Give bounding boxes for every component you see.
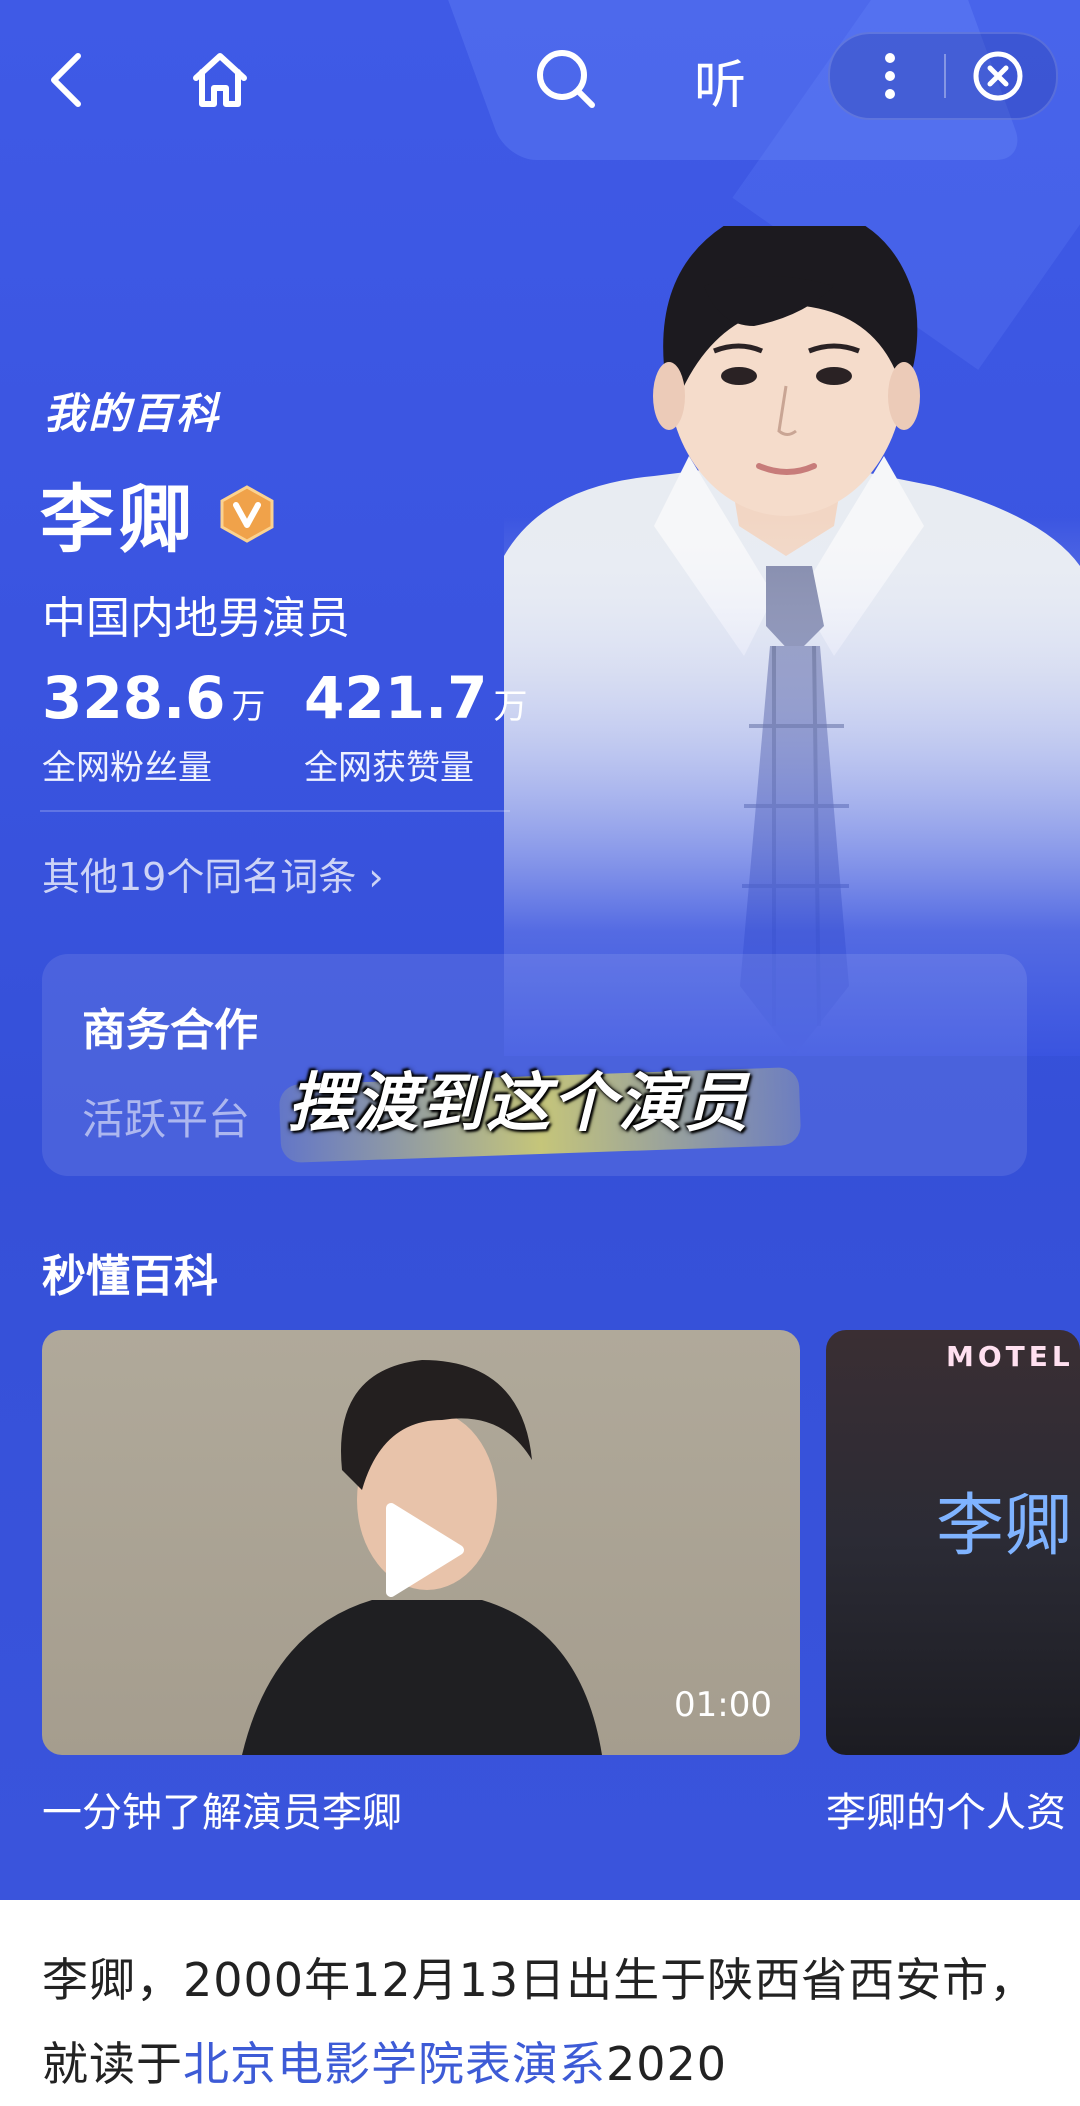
verified-badge-icon[interactable] xyxy=(218,484,276,543)
other-entries-link[interactable]: 其他19个同名词条 › xyxy=(42,846,384,901)
top-bar: 听 xyxy=(0,0,1080,160)
page-title: 李卿 xyxy=(40,477,196,563)
section-label: 我的百科 xyxy=(44,389,221,438)
name-row: 李卿 xyxy=(40,460,276,567)
likes-label: 全网获赞量 xyxy=(304,748,474,788)
home-icon[interactable] xyxy=(180,40,260,120)
video-title[interactable]: 一分钟了解演员李卿 xyxy=(42,1780,402,1838)
occupation-text: 中国内地男演员 xyxy=(42,593,350,644)
overlay-caption: 摆渡到这个演员 xyxy=(288,1067,750,1141)
neon-sign: MOTEL xyxy=(946,1340,1074,1373)
school-link[interactable]: 北京电影学院表演系 xyxy=(183,2037,606,2091)
listen-button[interactable]: 听 xyxy=(680,40,760,120)
divider xyxy=(40,810,510,812)
video-card[interactable]: MOTEL 李卿 xyxy=(826,1330,1080,1755)
quick-wiki-title: 秒懂百科 xyxy=(42,1251,218,1302)
profile-portrait xyxy=(504,205,1080,1056)
back-icon[interactable] xyxy=(36,40,96,120)
fans-count: 328.6 xyxy=(42,664,226,732)
fans-stat[interactable]: 328.6 万 全网粉丝量 xyxy=(42,664,265,789)
close-icon[interactable] xyxy=(968,48,1028,104)
capsule-divider xyxy=(944,54,946,98)
mini-program-capsule xyxy=(828,32,1058,120)
likes-count: 421.7 xyxy=(304,664,488,732)
business-title: 商务合作 xyxy=(82,1005,258,1056)
intro-section: 李卿，2000年12月13日出生于陕西省西安市，就读于北京电影学院表演系2020 xyxy=(0,1900,1080,2101)
intro-text-cont: 2020 xyxy=(606,2037,728,2091)
play-icon[interactable] xyxy=(377,1500,467,1600)
intro-paragraph: 李卿，2000年12月13日出生于陕西省西安市，就读于北京电影学院表演系2020 xyxy=(42,1938,1042,2106)
more-icon[interactable] xyxy=(860,48,920,104)
search-icon[interactable] xyxy=(525,38,605,118)
likes-unit: 万 xyxy=(493,687,528,727)
business-subtitle: 活跃平台 xyxy=(82,1095,251,1144)
fans-label: 全网粉丝量 xyxy=(42,748,212,788)
video-overlay-text: 李卿 xyxy=(936,1487,1073,1566)
video-duration: 01:00 xyxy=(674,1685,772,1725)
fans-unit: 万 xyxy=(231,687,266,727)
video-title[interactable]: 李卿的个人资 xyxy=(826,1780,1066,1838)
likes-stat[interactable]: 421.7 万 全网获赞量 xyxy=(304,664,527,789)
hero-section: 听 我的百科 李卿 中国内地男演员 328.6 万 全网粉丝量 421.7 万 … xyxy=(0,0,1080,1900)
video-card[interactable]: 01:00 xyxy=(42,1330,800,1755)
